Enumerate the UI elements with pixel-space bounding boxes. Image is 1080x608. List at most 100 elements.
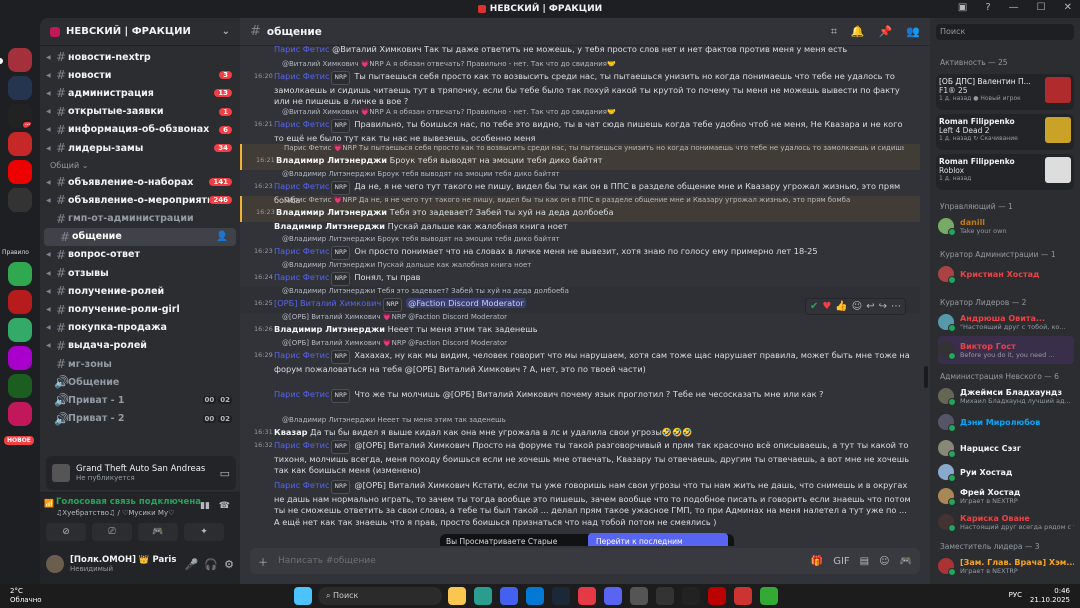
reply-preview[interactable]: @Виталий Химкович 💗NRP А я обязан отвеча…: [282, 108, 902, 116]
soundboard-icon[interactable]: ✦: [184, 523, 224, 541]
channel-item[interactable]: ◀ # покупка-продажа: [40, 319, 240, 337]
message-author[interactable]: Парис Фетис: [274, 71, 329, 81]
message[interactable]: Парис Фетис NRP Что же ты молчишь @[ОРБ] …: [240, 389, 920, 415]
server-icon-5[interactable]: [8, 160, 32, 184]
channel-item[interactable]: ◀ # получение-роли-girl: [40, 300, 240, 318]
threads-icon[interactable]: ⌗: [831, 25, 837, 39]
maximize-icon[interactable]: ☐: [1037, 2, 1046, 13]
inbox-icon[interactable]: ▣: [958, 2, 967, 13]
channel-item[interactable]: ◀ # новости 3: [40, 66, 240, 84]
app-icon[interactable]: [656, 587, 674, 605]
forward-icon[interactable]: ↪: [879, 301, 887, 312]
thumbs-up-icon[interactable]: 👍: [835, 301, 847, 312]
reply-preview[interactable]: @Владимир Литэнерджи Броук тебя выводят …: [282, 170, 902, 178]
language-indicator[interactable]: РУС: [1009, 591, 1022, 599]
scrollbar[interactable]: [924, 366, 928, 388]
add-member-icon[interactable]: 👤: [216, 231, 228, 242]
channel-item[interactable]: ◀ # администрация 13: [40, 84, 240, 102]
mention[interactable]: @Faction Discord Moderator: [406, 298, 526, 308]
jump-to-present-button[interactable]: Перейти к последним сообщениям: [587, 533, 728, 546]
help-icon[interactable]: ?: [985, 2, 990, 13]
channel-item[interactable]: ◀ #объявление-о-мероприятиях246: [40, 191, 240, 209]
activity-card[interactable]: Roman Filippenko Left 4 Dead 2 1 д. наза…: [936, 114, 1074, 150]
member-item[interactable]: Андрюша Овита... "Настоящий друг с тобой,…: [938, 308, 1074, 336]
server-icon-6[interactable]: [8, 188, 32, 212]
apps-icon[interactable]: 🎮: [900, 556, 912, 567]
voice-channel-item[interactable]: 🔊 Приват - 2 00 02: [40, 410, 240, 428]
members-icon[interactable]: 👥: [906, 25, 920, 39]
message[interactable]: @Владимир Литэнерджи Нееет ты меня этим …: [240, 416, 920, 442]
channel-item[interactable]: ◀ # получение-ролей: [40, 282, 240, 300]
camera-off-icon[interactable]: ⊘: [46, 523, 86, 541]
user-info[interactable]: [Полк.ОМОН] 👑 Paris Fet👑 Невидимый: [70, 555, 179, 573]
message[interactable]: 16:32 Парис Фетис NRP @[ОРБ] Виталий Химк…: [240, 440, 920, 480]
member-item[interactable]: Кариска Оване Настоящий друг всегда рядом…: [938, 508, 1074, 536]
app-icon[interactable]: [630, 587, 648, 605]
server-icon-2[interactable]: [8, 76, 32, 100]
member-item[interactable]: Виктор Гост Before you do it, you need ..…: [938, 336, 1074, 364]
yandex-icon[interactable]: [578, 587, 596, 605]
message[interactable]: @Владимир Литэнерджи Пускай дальше как ж…: [240, 261, 920, 287]
activity-card[interactable]: Roman Filippenko Roblox 1 д. назад: [936, 154, 1074, 190]
minimize-icon[interactable]: —: [1009, 2, 1019, 13]
reply-preview[interactable]: @Владимир Литэнерджи Нееет ты меня этим …: [282, 416, 902, 424]
server-icon-4[interactable]: [8, 132, 32, 156]
noise-icon[interactable]: ▮▮: [200, 501, 210, 511]
server-icon-11[interactable]: [8, 374, 32, 398]
reply-icon[interactable]: ↩: [866, 301, 874, 312]
channel-item[interactable]: ◀ # информация-об-обзвонах 6: [40, 121, 240, 139]
steam-icon[interactable]: [552, 587, 570, 605]
message[interactable]: @[ОРБ] Виталий Химкович 💗NRP @Faction Di…: [240, 313, 920, 339]
disconnect-icon[interactable]: ☎: [219, 501, 230, 511]
member-item[interactable]: [Зам. Глав. Врача] Хэм... Играет в NEXTRP: [938, 552, 1074, 580]
reply-preview[interactable]: @Владимир Литэнерджи Тебя это задевает? …: [282, 287, 902, 295]
new-badge[interactable]: НОВОЕ: [4, 436, 34, 445]
channel-item[interactable]: ◀ # отзывы: [40, 264, 240, 282]
file-explorer-icon[interactable]: [448, 587, 466, 605]
server-icon-1[interactable]: [8, 48, 32, 72]
message-author[interactable]: Парис Фетис: [274, 480, 329, 490]
bell-icon[interactable]: 🔔: [851, 25, 865, 39]
message[interactable]: @Виталий Химкович 💗NRP А я обязан отвеча…: [240, 108, 920, 146]
message-author[interactable]: Владимир Литэнерджи: [276, 207, 387, 217]
headphones-icon[interactable]: 🎧: [204, 558, 218, 571]
reply-preview[interactable]: @Виталий Химкович 💗NRP А я обязан отвеча…: [282, 60, 902, 68]
server-icon-9[interactable]: [8, 318, 32, 342]
member-item[interactable]: Фрей Хостад Играет в NEXTRP: [938, 482, 1074, 510]
game-activity-card[interactable]: Grand Theft Auto San Andreas Не публикуе…: [46, 456, 236, 490]
reply-preview[interactable]: @Владимир Литэнерджи Броук тебя выводят …: [282, 235, 902, 243]
voice-channel-item[interactable]: 🔊 Общение: [40, 373, 240, 391]
clock[interactable]: 0:46 21.10.2025: [1030, 587, 1070, 605]
server-icon-3[interactable]: ⋯: [8, 104, 32, 128]
server-icon-7[interactable]: [8, 262, 32, 286]
message-author[interactable]: Парис Фетис: [274, 246, 329, 256]
message[interactable]: @[ОРБ] Виталий Химкович 💗NRP @Faction Di…: [240, 339, 920, 389]
message-author[interactable]: Владимир Литэнерджи: [276, 155, 387, 165]
category-header[interactable]: Общий ⌄: [40, 157, 240, 173]
message-input[interactable]: Написать #общение: [278, 556, 801, 566]
channel-item[interactable]: ◀ # выдача-ролей: [40, 337, 240, 355]
monitor-icon[interactable]: ▭: [220, 467, 230, 480]
message[interactable]: Владимир Литэнерджи Пускай дальше как жа…: [240, 221, 920, 235]
avatar[interactable]: [46, 555, 64, 573]
server-icon-10[interactable]: [8, 346, 32, 370]
server-icon-12[interactable]: [8, 402, 32, 426]
app-icon[interactable]: [682, 587, 700, 605]
channel-item[interactable]: ◀ # вопрос-ответ: [40, 246, 240, 264]
edge-icon[interactable]: [474, 587, 492, 605]
message-author[interactable]: Парис Фетис: [274, 440, 329, 450]
message-author[interactable]: Владимир Литэнерджи: [274, 221, 385, 231]
activity-icon[interactable]: 🎮: [138, 523, 178, 541]
voice-channel-item[interactable]: 🔊 Приват - 1 00 02: [40, 391, 240, 409]
message-author[interactable]: Парис Фетис: [274, 46, 329, 54]
reply-preview[interactable]: @Владимир Литэнерджи Пускай дальше как ж…: [282, 261, 902, 269]
gif-icon[interactable]: GIF: [833, 556, 849, 567]
check-reaction-icon[interactable]: ✔: [810, 301, 818, 312]
reply-preview[interactable]: Парис Фетис 💗NRP Ты пытаешься себя прост…: [284, 144, 904, 152]
add-reaction-icon[interactable]: ☺: [852, 301, 862, 312]
channel-item[interactable]: ◀ # лидеры-замы 34: [40, 139, 240, 157]
member-item[interactable]: Кристиан Хостад: [938, 260, 1074, 288]
weather-widget[interactable]: 2°C Облачно: [10, 587, 42, 605]
message-author[interactable]: Квазар: [274, 427, 308, 437]
outlook-icon[interactable]: [526, 587, 544, 605]
